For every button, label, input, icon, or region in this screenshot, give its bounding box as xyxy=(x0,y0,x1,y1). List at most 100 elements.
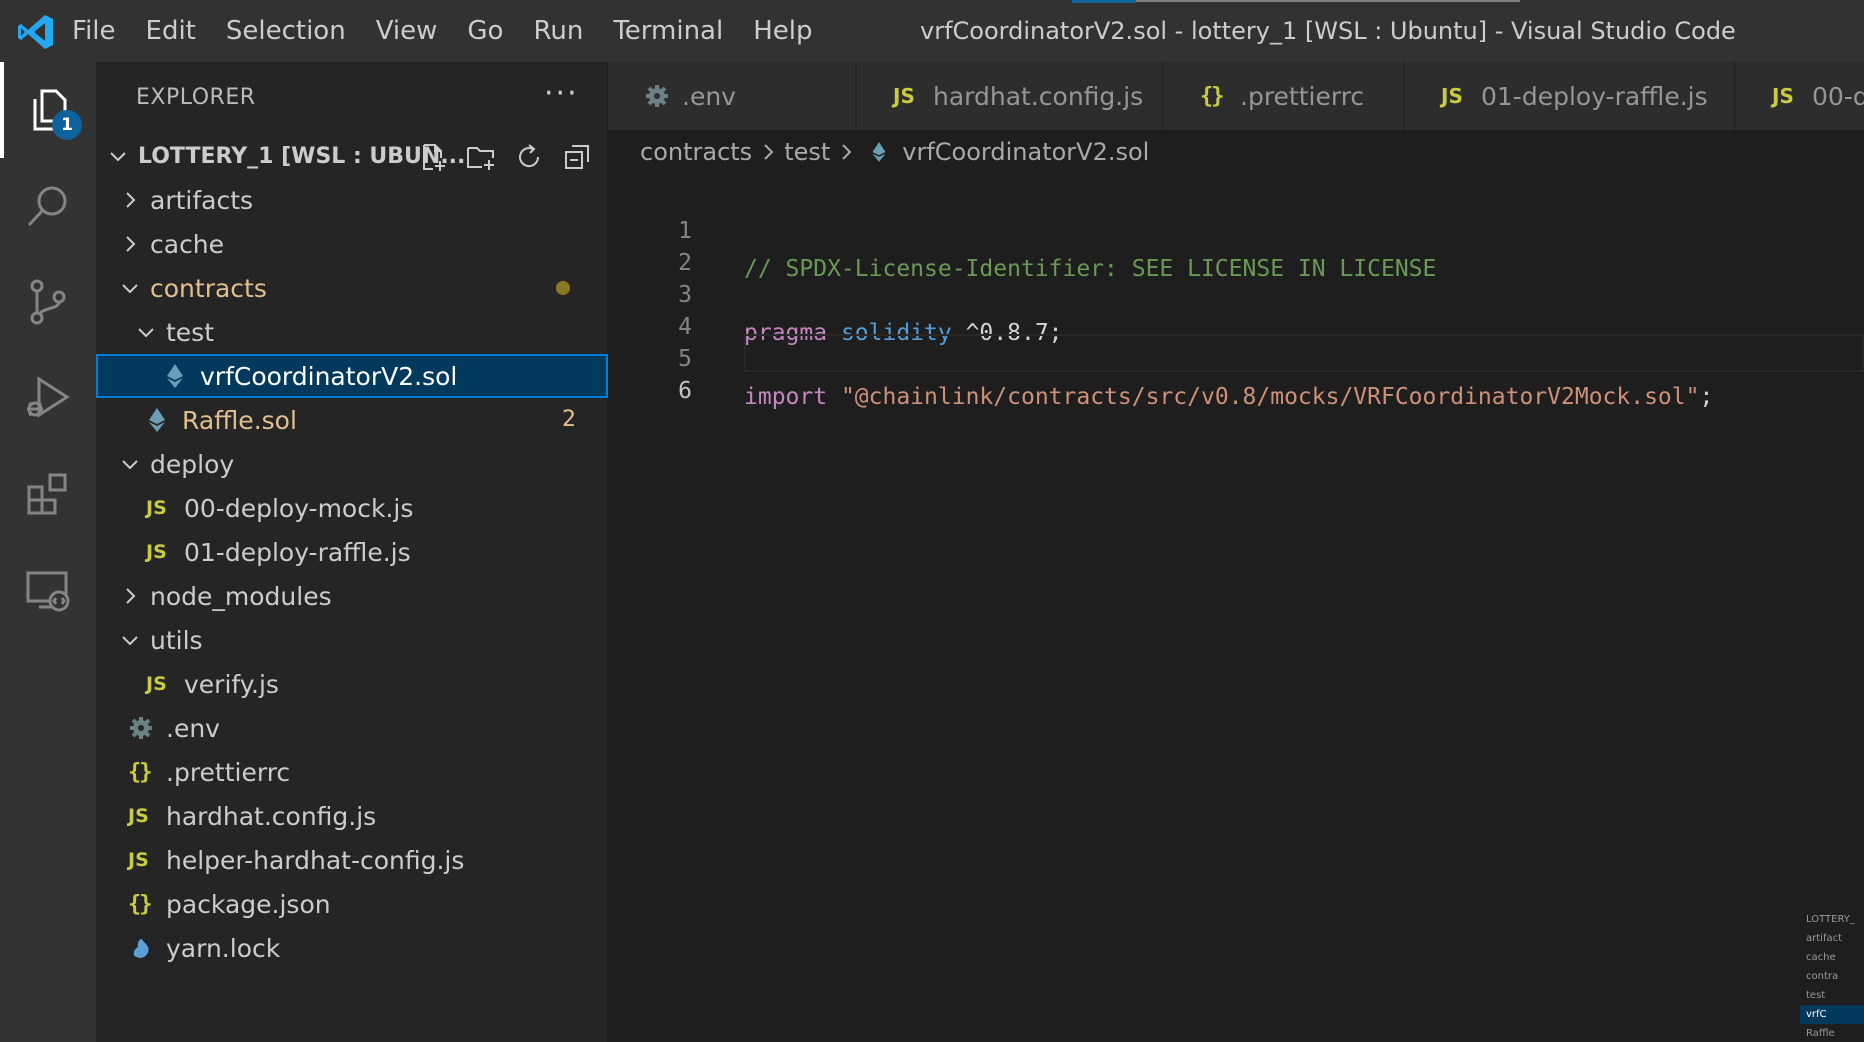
tree-file-verify[interactable]: JS verify.js xyxy=(96,662,608,706)
chevron-right-icon xyxy=(126,192,136,208)
minimap[interactable]: LOTTERY_ artifact cache contra test vrfC… xyxy=(1800,910,1864,1042)
chevron-down-icon xyxy=(122,636,138,646)
activity-explorer[interactable]: 1 xyxy=(0,62,96,158)
more-actions-button[interactable]: ··· xyxy=(544,62,579,134)
tree-folder-deploy[interactable]: deploy xyxy=(96,442,608,486)
solidity-file-icon xyxy=(872,142,886,162)
chevron-right-icon xyxy=(126,588,136,604)
javascript-file-icon: JS xyxy=(1772,84,1794,108)
title-bar: File Edit Selection View Go Run Terminal… xyxy=(0,0,1864,62)
chevron-down-icon xyxy=(110,152,126,162)
tab-label: 00-de xyxy=(1812,81,1864,111)
new-folder-icon[interactable] xyxy=(466,142,496,172)
activity-search[interactable] xyxy=(0,158,96,254)
refresh-icon[interactable] xyxy=(514,142,544,172)
activity-remote-explorer[interactable] xyxy=(0,542,96,638)
source-control-icon xyxy=(30,279,66,325)
modified-indicator-dot xyxy=(556,281,570,295)
tree-label: Raffle.sol xyxy=(182,405,297,435)
menu-file[interactable]: File xyxy=(72,16,116,46)
tab-hardhat-config[interactable]: JS hardhat.config.js xyxy=(857,62,1163,130)
menu-terminal[interactable]: Terminal xyxy=(613,16,723,46)
minimap-line: LOTTERY_ xyxy=(1806,914,1855,925)
code-string: "@chainlink/contracts/src/v0.8/mocks/VRF… xyxy=(840,384,1700,410)
tree-label: contracts xyxy=(150,273,267,303)
chevron-down-icon xyxy=(138,328,154,338)
tab-deploy-mock[interactable]: JS 00-de xyxy=(1736,62,1864,130)
minimap-line: test xyxy=(1806,990,1826,1001)
chevron-right-icon xyxy=(764,144,774,160)
tree-file-helper-hardhat-config[interactable]: JS helper-hardhat-config.js xyxy=(96,838,608,882)
tree-label: utils xyxy=(150,625,203,655)
tree-label: 00-deploy-mock.js xyxy=(184,493,414,523)
solidity-file-icon xyxy=(149,408,165,432)
javascript-file-icon: JS xyxy=(146,497,167,519)
tab-label: 01-deploy-raffle.js xyxy=(1481,81,1708,111)
tree-folder-utils[interactable]: utils xyxy=(96,618,608,662)
window-title: vrfCoordinatorV2.sol - lottery_1 [WSL : … xyxy=(920,17,1736,45)
tree-file-deploy-raffle[interactable]: JS 01-deploy-raffle.js xyxy=(96,530,608,574)
tab-prettierrc[interactable]: {} .prettierrc xyxy=(1164,62,1404,130)
tab-deploy-raffle[interactable]: JS 01-deploy-raffle.js xyxy=(1405,62,1735,130)
tree-file-env[interactable]: .env xyxy=(96,706,608,750)
tree-folder-test[interactable]: test xyxy=(96,310,608,354)
tree-file-yarn-lock[interactable]: yarn.lock xyxy=(96,926,608,970)
activity-run-debug[interactable] xyxy=(0,350,96,446)
tree-folder-node-modules[interactable]: node_modules xyxy=(96,574,608,618)
activity-source-control[interactable] xyxy=(0,254,96,350)
tree-label: cache xyxy=(150,229,225,259)
tree-label: verify.js xyxy=(184,669,279,699)
menu-view[interactable]: View xyxy=(376,16,438,46)
tree-label: .env xyxy=(166,713,220,743)
tree-label: .prettierrc xyxy=(166,757,291,787)
tree-folder-contracts[interactable]: contracts xyxy=(96,266,608,310)
breadcrumb: contracts test vrfCoordinatorV2.sol xyxy=(608,130,1864,174)
json-file-icon: {} xyxy=(1200,83,1225,109)
tree-file-hardhat-config[interactable]: JS hardhat.config.js xyxy=(96,794,608,838)
gear-icon xyxy=(646,85,668,107)
tree-file-deploy-mock[interactable]: JS 00-deploy-mock.js xyxy=(96,486,608,530)
tree-folder-cache[interactable]: cache xyxy=(96,222,608,266)
tree-label: hardhat.config.js xyxy=(166,801,377,831)
tab-env[interactable]: .env xyxy=(608,62,856,130)
minimap-line: cache xyxy=(1806,952,1836,963)
tree-file-vrfcoordinatorv2[interactable]: vrfCoordinatorV2.sol xyxy=(96,354,608,398)
collapse-all-icon[interactable] xyxy=(562,142,592,172)
sidebar-title: EXPLORER xyxy=(136,85,256,110)
breadcrumb-item[interactable]: contracts xyxy=(640,138,752,166)
menu-go[interactable]: Go xyxy=(467,16,503,46)
tree-file-prettierrc[interactable]: {} .prettierrc xyxy=(96,750,608,794)
menu-selection[interactable]: Selection xyxy=(226,16,346,46)
tree-file-package-json[interactable]: {} package.json xyxy=(96,882,608,926)
javascript-file-icon: JS xyxy=(1441,84,1463,108)
breadcrumb-item[interactable]: vrfCoordinatorV2.sol xyxy=(902,138,1149,166)
tree-file-raffle[interactable]: Raffle.sol 2 xyxy=(96,398,608,442)
menu-bar: File Edit Selection View Go Run Terminal… xyxy=(72,0,843,62)
tree-label: package.json xyxy=(166,889,331,919)
json-file-icon: {} xyxy=(128,891,153,917)
vscode-logo-icon xyxy=(18,15,53,49)
menu-edit[interactable]: Edit xyxy=(146,16,196,46)
breadcrumb-item[interactable]: test xyxy=(784,138,830,166)
code-line: 6 xyxy=(608,334,1864,404)
workspace-root[interactable]: LOTTERY_1 [WSL : UBUN... xyxy=(96,134,608,178)
tab-label: hardhat.config.js xyxy=(933,81,1144,111)
javascript-file-icon: JS xyxy=(128,849,149,871)
problem-count-badge: 2 xyxy=(562,407,576,432)
minimap-line: contra xyxy=(1806,971,1839,982)
activity-extensions[interactable] xyxy=(0,446,96,542)
tree-label: node_modules xyxy=(150,581,332,611)
tree-folder-artifacts[interactable]: artifacts xyxy=(96,178,608,222)
javascript-file-icon: JS xyxy=(893,84,915,108)
menu-help[interactable]: Help xyxy=(753,16,812,46)
activity-bar: 1 xyxy=(0,62,96,1042)
code-content: import "@chainlink/contracts/src/v0.8/mo… xyxy=(744,378,1713,416)
tree-label: vrfCoordinatorV2.sol xyxy=(200,361,458,391)
chevron-right-icon xyxy=(842,144,852,160)
yarn-icon xyxy=(133,939,149,958)
menu-run[interactable]: Run xyxy=(533,16,583,46)
tree-label: artifacts xyxy=(150,185,254,215)
tree-label: deploy xyxy=(150,449,235,479)
code-editor[interactable]: 1 // SPDX-License-Identifier: SEE LICENS… xyxy=(608,174,1864,1042)
new-file-icon[interactable] xyxy=(418,142,448,172)
